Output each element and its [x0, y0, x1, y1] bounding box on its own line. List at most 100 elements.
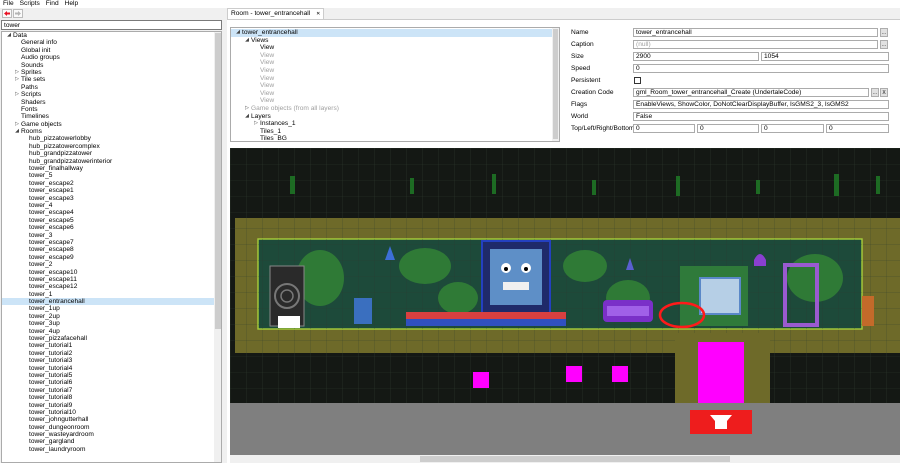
tree-item[interactable]: View	[231, 59, 559, 67]
tree-item[interactable]: tower_escape2	[2, 180, 221, 187]
room-object-tree[interactable]: ◢ tower_entrancehall ◢ Views View View View Vie…	[230, 27, 560, 142]
tree-item[interactable]: ▷ Instances_1	[231, 120, 559, 128]
room-tree-scroll-thumb[interactable]	[553, 29, 558, 139]
tree-item[interactable]: tower_escape7	[2, 239, 221, 246]
tree-item[interactable]: Sounds	[2, 62, 221, 69]
tree-item[interactable]: tower_escape12	[2, 283, 221, 290]
creation-code-browse-button[interactable]: ...	[871, 88, 879, 97]
collapse-icon[interactable]: ◢	[244, 37, 250, 45]
tree-item[interactable]: tower_2up	[2, 313, 221, 320]
tree-item[interactable]: View	[231, 52, 559, 60]
tree-item[interactable]: tower_tutorial1	[2, 342, 221, 349]
room-canvas[interactable]	[230, 148, 900, 463]
tree-item[interactable]: tower_finalhallway	[2, 165, 221, 172]
tree-item[interactable]: View	[231, 90, 559, 98]
tree-item[interactable]: tower_3	[2, 232, 221, 239]
expand-icon[interactable]: ▷	[14, 69, 20, 76]
world-field[interactable]: False	[633, 112, 889, 121]
tree-item[interactable]: tower_johngutterhall	[2, 416, 221, 423]
tree-item[interactable]: Audio groups	[2, 54, 221, 61]
tree-item[interactable]: tower_laundryroom	[2, 446, 221, 453]
tree-item[interactable]: tower_escape4	[2, 209, 221, 216]
expand-icon[interactable]: ▷	[14, 76, 20, 83]
tree-item[interactable]: View	[231, 75, 559, 83]
tree-item[interactable]: tower_gargland	[2, 438, 221, 445]
persistent-checkbox[interactable]	[634, 77, 641, 84]
room-tree-scrollbar[interactable]	[552, 28, 559, 141]
tree-item[interactable]: tower_tutorial4	[2, 365, 221, 372]
expand-icon[interactable]: ▷	[14, 91, 20, 98]
tree-item[interactable]: General info	[2, 39, 221, 46]
search-input[interactable]	[1, 20, 222, 30]
tree-item[interactable]: hub_grandpizzatower	[2, 150, 221, 157]
collapse-icon[interactable]: ◢	[235, 29, 241, 37]
tree-item[interactable]: tower_tutorial2	[2, 350, 221, 357]
tree-item[interactable]: ◢ Layers	[231, 113, 559, 121]
room-hscrollbar[interactable]	[230, 455, 900, 463]
tree-item[interactable]: Tiles_BG	[231, 135, 559, 141]
speed-field[interactable]: 0	[633, 64, 889, 73]
tree-item[interactable]: tower_tutorial8	[2, 394, 221, 401]
tree-item[interactable]: tower_tutorial7	[2, 387, 221, 394]
tree-item[interactable]: tower_2	[2, 261, 221, 268]
name-field[interactable]: tower_entrancehall	[633, 28, 878, 37]
tree-item[interactable]: hub_pizzatowercomplex	[2, 143, 221, 150]
tree-item[interactable]: tower_tutorial5	[2, 372, 221, 379]
size-height-field[interactable]: 1054	[761, 52, 889, 61]
menu-find[interactable]: Find	[43, 0, 62, 8]
tree-item[interactable]: tower_escape11	[2, 276, 221, 283]
flags-field[interactable]: EnableViews, ShowColor, DoNotClearDispla…	[633, 100, 889, 109]
tree-item[interactable]: tower_3up	[2, 320, 221, 327]
tree-item[interactable]: tower_wasteyardroom	[2, 431, 221, 438]
tree-item[interactable]: tower_escape1	[2, 187, 221, 194]
bottom-field[interactable]: 0	[826, 124, 889, 133]
expand-icon[interactable]: ▷	[14, 121, 20, 128]
size-width-field[interactable]: 2900	[633, 52, 759, 61]
tree-item[interactable]: ▷ Game objects	[2, 121, 221, 128]
tree-item[interactable]: View	[231, 97, 559, 105]
back-button[interactable]	[2, 9, 12, 18]
tree-item[interactable]: ▷ Game objects (from all layers)	[231, 105, 559, 113]
tree-item[interactable]: tower_1up	[2, 305, 221, 312]
tree-item[interactable]: hub_pizzatowerlobby	[2, 135, 221, 142]
tree-item[interactable]: tower_1	[2, 291, 221, 298]
expand-icon[interactable]: ▷	[253, 120, 259, 128]
tree-item[interactable]: ▷ Tile sets	[2, 76, 221, 83]
tree-item[interactable]: tower_tutorial10	[2, 409, 221, 416]
tree-item[interactable]: ◢ Rooms	[2, 128, 221, 135]
tree-item[interactable]: ▷ Sprites	[2, 69, 221, 76]
tree-item[interactable]: View	[231, 44, 559, 52]
tree-item[interactable]: tower_tutorial9	[2, 402, 221, 409]
menu-scripts[interactable]: Scripts	[17, 0, 43, 8]
tree-scrollbar[interactable]	[214, 32, 221, 462]
tree-item[interactable]: ▷ Scripts	[2, 91, 221, 98]
tree-item[interactable]: hub_grandpizzatowerinterior	[2, 158, 221, 165]
tree-item[interactable]: tower_escape10	[2, 269, 221, 276]
tree-item[interactable]: tower_escape9	[2, 254, 221, 261]
tree-item[interactable]: tower_4up	[2, 328, 221, 335]
tree-item[interactable]: Tiles_1	[231, 128, 559, 136]
tree-item[interactable]: tower_entrancehall	[2, 298, 221, 306]
tree-item[interactable]: Timelines	[2, 113, 221, 120]
tree-item[interactable]: View	[231, 67, 559, 75]
left-field[interactable]: 0	[697, 124, 759, 133]
tree-item[interactable]: tower_escape3	[2, 195, 221, 202]
tree-item[interactable]: Fonts	[2, 106, 221, 113]
tree-item[interactable]: tower_pizzafacehall	[2, 335, 221, 342]
resource-tree[interactable]: ◢ Data General info Global init Audio groups…	[1, 31, 222, 463]
tree-item[interactable]: Global init	[2, 47, 221, 54]
right-field[interactable]: 0	[761, 124, 824, 133]
tree-item[interactable]: ◢ tower_entrancehall	[231, 29, 559, 37]
tree-item[interactable]: tower_tutorial3	[2, 357, 221, 364]
tree-item[interactable]: tower_4	[2, 202, 221, 209]
tree-item[interactable]: tower_escape6	[2, 224, 221, 231]
tree-item[interactable]: tower_dungeonroom	[2, 424, 221, 431]
tree-item[interactable]: tower_escape8	[2, 246, 221, 253]
name-browse-button[interactable]: ...	[880, 28, 888, 37]
tab-room[interactable]: Room - tower_entrancehall ✕	[227, 8, 325, 19]
menu-file[interactable]: File	[0, 0, 17, 8]
collapse-icon[interactable]: ◢	[244, 113, 250, 121]
tree-item[interactable]: tower_escape5	[2, 217, 221, 224]
tree-item[interactable]: ◢ Views	[231, 37, 559, 45]
tree-item[interactable]: ◢ Data	[2, 32, 221, 39]
